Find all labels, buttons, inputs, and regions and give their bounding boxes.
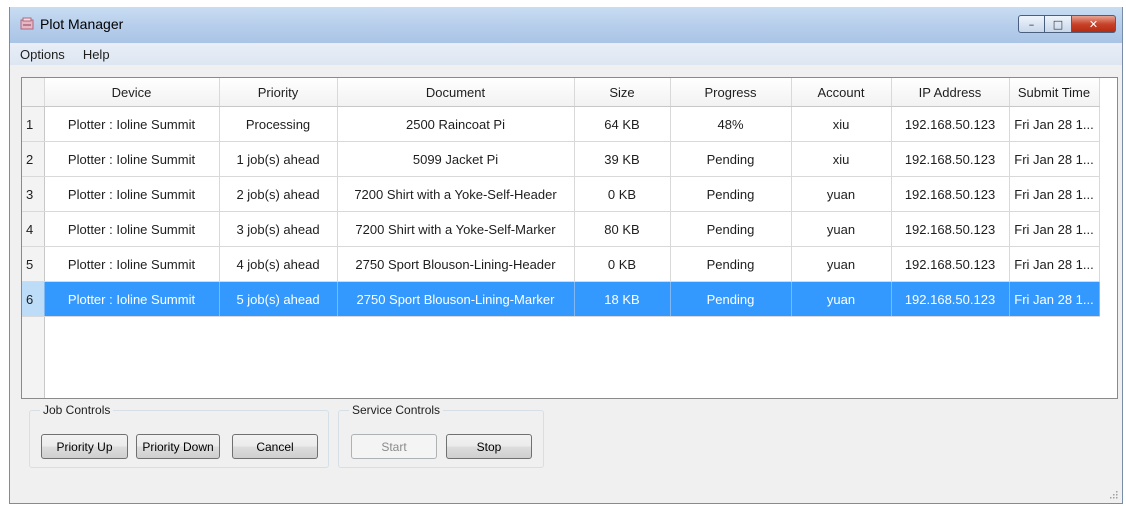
cell-document: 2500 Raincoat Pi	[337, 106, 575, 142]
start-button[interactable]: Start	[351, 434, 437, 459]
menu-help[interactable]: Help	[75, 47, 118, 62]
cell-ip-address: 192.168.50.123	[891, 281, 1010, 317]
cell-submit-time: Fri Jan 28 1...	[1009, 281, 1100, 317]
table-row[interactable]: 3 Plotter : Ioline Summit 2 job(s) ahead…	[22, 176, 1100, 212]
column-header-priority[interactable]: Priority	[219, 78, 338, 107]
cell-size: 80 KB	[574, 211, 671, 247]
cell-submit-time: Fri Jan 28 1...	[1009, 246, 1100, 282]
cell-progress: Pending	[670, 176, 792, 212]
cell-ip-address: 192.168.50.123	[891, 246, 1010, 282]
column-header-size[interactable]: Size	[574, 78, 671, 107]
cell-device: Plotter : Ioline Summit	[44, 141, 220, 177]
cell-size: 39 KB	[574, 141, 671, 177]
job-table: Device Priority Document Size Progress A…	[22, 78, 1100, 317]
cell-account: yuan	[791, 246, 892, 282]
table-row[interactable]: 2 Plotter : Ioline Summit 1 job(s) ahead…	[22, 141, 1100, 177]
row-number: 4	[22, 211, 45, 247]
column-header-ip-address[interactable]: IP Address	[891, 78, 1010, 107]
job-controls-group: Job Controls Priority Up Priority Down C…	[29, 403, 329, 468]
cell-account: yuan	[791, 176, 892, 212]
maximize-button[interactable]: □	[1045, 15, 1072, 33]
header-corner	[22, 78, 45, 107]
row-number: 5	[22, 246, 45, 282]
cell-account: xiu	[791, 141, 892, 177]
resize-grip-icon[interactable]	[1108, 489, 1118, 499]
cell-priority: 1 job(s) ahead	[219, 141, 338, 177]
cell-priority: 4 job(s) ahead	[219, 246, 338, 282]
cell-device: Plotter : Ioline Summit	[44, 211, 220, 247]
table-row[interactable]: 5 Plotter : Ioline Summit 4 job(s) ahead…	[22, 246, 1100, 282]
row-number: 3	[22, 176, 45, 212]
cell-ip-address: 192.168.50.123	[891, 211, 1010, 247]
cell-priority: 2 job(s) ahead	[219, 176, 338, 212]
close-button[interactable]: ✕	[1072, 15, 1116, 33]
table-row[interactable]: 4 Plotter : Ioline Summit 3 job(s) ahead…	[22, 211, 1100, 247]
cell-progress: Pending	[670, 281, 792, 317]
cell-device: Plotter : Ioline Summit	[44, 176, 220, 212]
service-controls-label: Service Controls	[349, 403, 444, 417]
column-header-account[interactable]: Account	[791, 78, 892, 107]
cell-document: 7200 Shirt with a Yoke-Self-Header	[337, 176, 575, 212]
table-header-row: Device Priority Document Size Progress A…	[22, 78, 1100, 107]
cell-device: Plotter : Ioline Summit	[44, 281, 220, 317]
menu-bar: Options Help	[10, 43, 1122, 65]
cell-progress: Pending	[670, 246, 792, 282]
cell-size: 0 KB	[574, 176, 671, 212]
cell-progress: Pending	[670, 141, 792, 177]
cell-submit-time: Fri Jan 28 1...	[1009, 141, 1100, 177]
minimize-button[interactable]: –	[1018, 15, 1045, 33]
table-row-selected[interactable]: 6 Plotter : Ioline Summit 5 job(s) ahead…	[22, 281, 1100, 317]
cell-device: Plotter : Ioline Summit	[44, 106, 220, 142]
cell-submit-time: Fri Jan 28 1...	[1009, 106, 1100, 142]
row-number: 6	[22, 281, 45, 317]
service-controls-group: Service Controls Start Stop	[338, 403, 544, 468]
plot-manager-window: Plot Manager – □ ✕ Options Help Device P…	[9, 7, 1123, 504]
row-number: 2	[22, 141, 45, 177]
plot-manager-app-icon	[20, 17, 34, 30]
cell-document: 2750 Sport Blouson-Lining-Header	[337, 246, 575, 282]
cell-document: 2750 Sport Blouson-Lining-Marker	[337, 281, 575, 317]
title-bar[interactable]: Plot Manager – □ ✕	[10, 7, 1122, 44]
cell-progress: 48%	[670, 106, 792, 142]
column-header-device[interactable]: Device	[44, 78, 220, 107]
cell-priority: Processing	[219, 106, 338, 142]
column-header-document[interactable]: Document	[337, 78, 575, 107]
column-header-submit-time[interactable]: Submit Time	[1009, 78, 1100, 107]
cell-submit-time: Fri Jan 28 1...	[1009, 176, 1100, 212]
cell-ip-address: 192.168.50.123	[891, 106, 1010, 142]
window-title: Plot Manager	[40, 16, 124, 32]
row-header-fill	[22, 317, 45, 398]
cell-ip-address: 192.168.50.123	[891, 176, 1010, 212]
menu-options[interactable]: Options	[12, 47, 73, 62]
cancel-button[interactable]: Cancel	[232, 434, 318, 459]
print-queue-table[interactable]: Device Priority Document Size Progress A…	[21, 77, 1118, 399]
close-icon: ✕	[1088, 17, 1099, 31]
cell-account: yuan	[791, 281, 892, 317]
cell-submit-time: Fri Jan 28 1...	[1009, 211, 1100, 247]
column-header-progress[interactable]: Progress	[670, 78, 792, 107]
cell-size: 64 KB	[574, 106, 671, 142]
cell-progress: Pending	[670, 211, 792, 247]
row-number: 1	[22, 106, 45, 142]
window-controls: – □ ✕	[1018, 15, 1116, 33]
job-controls-label: Job Controls	[40, 403, 114, 417]
cell-account: yuan	[791, 211, 892, 247]
cell-account: xiu	[791, 106, 892, 142]
table-row[interactable]: 1 Plotter : Ioline Summit Processing 250…	[22, 106, 1100, 142]
cell-size: 18 KB	[574, 281, 671, 317]
cell-document: 5099 Jacket Pi	[337, 141, 575, 177]
cell-size: 0 KB	[574, 246, 671, 282]
stop-button[interactable]: Stop	[446, 434, 532, 459]
cell-priority: 5 job(s) ahead	[219, 281, 338, 317]
minimize-icon: –	[1028, 17, 1035, 31]
priority-up-button[interactable]: Priority Up	[41, 434, 128, 459]
cell-priority: 3 job(s) ahead	[219, 211, 338, 247]
priority-down-button[interactable]: Priority Down	[136, 434, 220, 459]
cell-device: Plotter : Ioline Summit	[44, 246, 220, 282]
maximize-icon: □	[1052, 17, 1064, 31]
cell-ip-address: 192.168.50.123	[891, 141, 1010, 177]
cell-document: 7200 Shirt with a Yoke-Self-Marker	[337, 211, 575, 247]
